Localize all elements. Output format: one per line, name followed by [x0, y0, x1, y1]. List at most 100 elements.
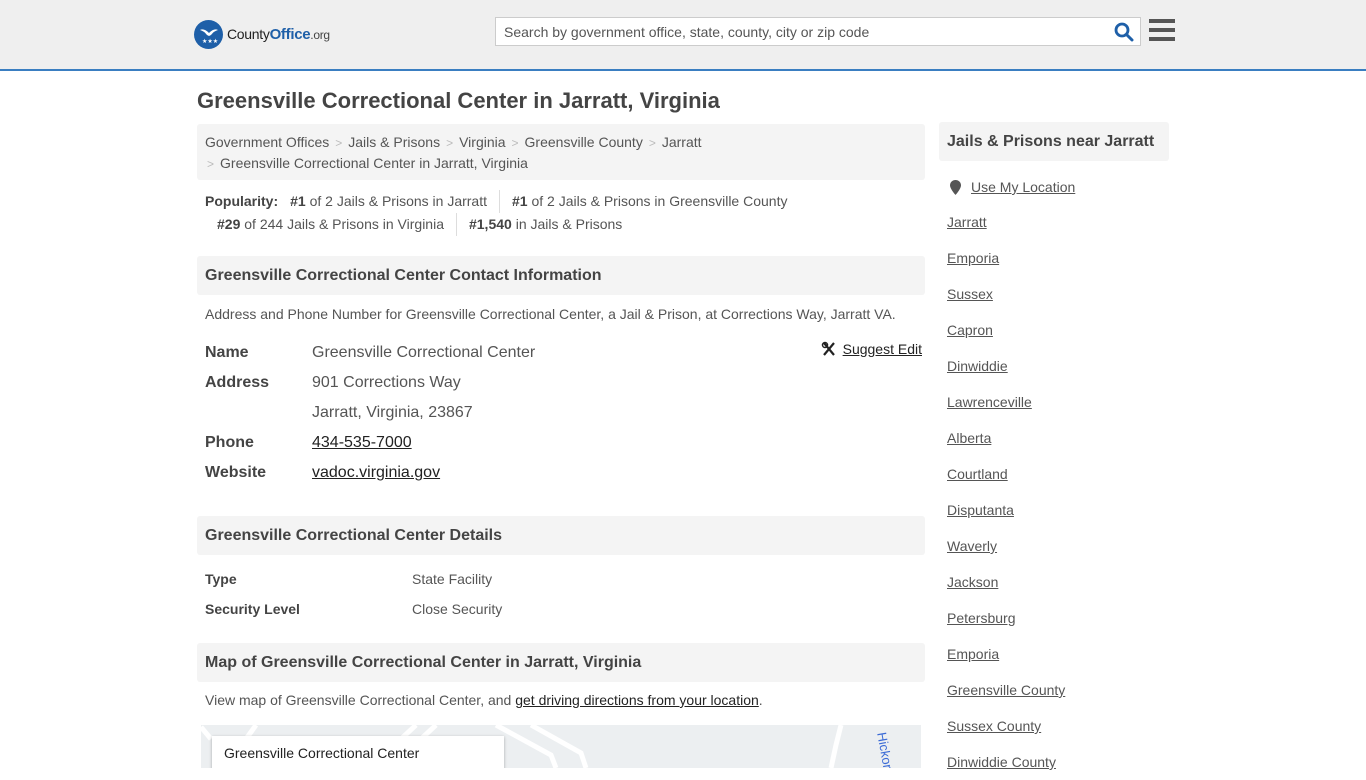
- list-item: Jarratt: [947, 204, 1169, 240]
- breadcrumb-separator: >: [648, 136, 656, 150]
- list-item: Sussex County: [947, 708, 1169, 744]
- address-row: Address 901 Corrections Way: [205, 368, 925, 398]
- nearby-link[interactable]: Dinwiddie: [947, 358, 1008, 374]
- nearby-link[interactable]: Sussex County: [947, 718, 1041, 734]
- contact-info: Suggest Edit Name Greensville Correction…: [205, 338, 925, 488]
- list-item: Capron: [947, 312, 1169, 348]
- map-pin-icon: [950, 179, 961, 195]
- map-heading: Map of Greensville Correctional Center i…: [197, 643, 925, 682]
- list-item: Jackson: [947, 564, 1169, 600]
- details-table: Type State Facility Security Level Close…: [205, 564, 502, 624]
- menu-bar: [1149, 19, 1175, 23]
- detail-label: Security Level: [205, 601, 300, 617]
- list-item: Greensville County: [947, 672, 1169, 708]
- breadcrumb: Government Offices > Jails & Prisons > Virgi…: [197, 124, 925, 180]
- name-row: Name Greensville Correctional Center: [205, 338, 925, 368]
- address-line1: 901 Corrections Way: [312, 374, 461, 391]
- breadcrumb-separator: >: [207, 157, 215, 171]
- popularity-rank: #1 of 2 Jails & Prisons in Jarratt: [290, 193, 487, 209]
- popularity-label: Popularity:: [205, 193, 279, 209]
- nearby-link[interactable]: Courtland: [947, 466, 1008, 482]
- suggest-edit-link[interactable]: Suggest Edit: [843, 341, 922, 357]
- map-info-card: Greensville Correctional Center: [212, 736, 504, 768]
- suggest-edit[interactable]: Suggest Edit: [821, 338, 922, 360]
- menu-bar: [1149, 37, 1175, 41]
- breadcrumb-separator: >: [335, 136, 343, 150]
- list-item: Dinwiddie County: [947, 744, 1169, 780]
- nearby-link[interactable]: Greensville County: [947, 682, 1065, 698]
- nearby-list: Jarratt Emporia Sussex Capron Dinwiddie …: [939, 204, 1169, 780]
- website-link[interactable]: vadoc.virginia.gov: [312, 464, 440, 481]
- eagle-stars-icon: ★★★: [194, 20, 223, 49]
- list-item: Dinwiddie: [947, 348, 1169, 384]
- popularity-rank: #1 of 2 Jails & Prisons in Greensville C…: [499, 190, 799, 213]
- contact-heading: Greensville Correctional Center Contact …: [197, 256, 925, 295]
- details-heading: Greensville Correctional Center Details: [197, 516, 925, 555]
- search-input[interactable]: [496, 18, 1108, 45]
- list-item: Sussex: [947, 276, 1169, 312]
- map-card-title: Greensville Correctional Center: [224, 745, 420, 761]
- breadcrumb-virginia[interactable]: Virginia: [459, 134, 505, 150]
- breadcrumb-greensville-county[interactable]: Greensville County: [525, 134, 643, 150]
- nearby-link[interactable]: Waverly: [947, 538, 997, 554]
- detail-value: State Facility: [412, 571, 493, 587]
- popularity: Popularity: #1 of 2 Jails & Prisons in J…: [205, 190, 925, 236]
- search-bar: [495, 17, 1141, 46]
- address-row-2: Jarratt, Virginia, 23867: [205, 398, 925, 428]
- address-label: Address: [205, 374, 270, 391]
- nearby-link[interactable]: Jarratt: [947, 214, 987, 230]
- phone-label: Phone: [205, 434, 254, 451]
- nearby-link[interactable]: Capron: [947, 322, 993, 338]
- sidebar-heading: Jails & Prisons near Jarratt: [939, 122, 1169, 161]
- name-label: Name: [205, 344, 249, 361]
- breadcrumb-current: Greensville Correctional Center in Jarra…: [220, 155, 528, 171]
- detail-value: Close Security: [412, 601, 503, 617]
- search-button[interactable]: [1108, 18, 1140, 45]
- name-value: Greensville Correctional Center: [312, 344, 536, 361]
- detail-label: Type: [205, 571, 237, 587]
- breadcrumb-jails-prisons[interactable]: Jails & Prisons: [348, 134, 440, 150]
- website-label: Website: [205, 464, 267, 481]
- driving-directions-link[interactable]: get driving directions from your locatio…: [515, 692, 759, 708]
- map-embed[interactable]: Greensville Correctional Center Hickory: [201, 725, 921, 768]
- breadcrumb-jarratt[interactable]: Jarratt: [662, 134, 702, 150]
- contact-description: Address and Phone Number for Greensville…: [205, 306, 896, 322]
- detail-row: Type State Facility: [205, 564, 502, 594]
- search-icon: [1114, 22, 1134, 41]
- page-title: Greensville Correctional Center in Jarra…: [197, 88, 720, 113]
- phone-row: Phone 434-535-7000: [205, 428, 925, 458]
- sidebar: Jails & Prisons near Jarratt Use My Loca…: [939, 122, 1169, 780]
- use-my-location-link[interactable]: Use My Location: [971, 179, 1075, 195]
- hamburger-menu-icon[interactable]: [1149, 19, 1175, 41]
- breadcrumb-government-offices[interactable]: Government Offices: [205, 134, 329, 150]
- address-line2: Jarratt, Virginia, 23867: [312, 404, 473, 421]
- edit-link-icon: [821, 341, 835, 356]
- popularity-rank: #1,540 in Jails & Prisons: [455, 213, 634, 236]
- use-location[interactable]: Use My Location: [939, 177, 1169, 197]
- nearby-link[interactable]: Jackson: [947, 574, 998, 590]
- site-logo[interactable]: ★★★ CountyOffice.org: [194, 20, 330, 49]
- menu-bar: [1149, 28, 1175, 32]
- phone-link[interactable]: 434-535-7000: [312, 434, 412, 451]
- nearby-link[interactable]: Disputanta: [947, 502, 1014, 518]
- list-item: Emporia: [947, 240, 1169, 276]
- list-item: Petersburg: [947, 600, 1169, 636]
- nearby-link[interactable]: Emporia: [947, 250, 999, 266]
- nearby-link[interactable]: Alberta: [947, 430, 991, 446]
- svg-text:★★★: ★★★: [202, 38, 218, 45]
- nearby-link[interactable]: Emporia: [947, 646, 999, 662]
- list-item: Lawrenceville: [947, 384, 1169, 420]
- map-description: View map of Greensville Correctional Cen…: [205, 692, 763, 708]
- list-item: Disputanta: [947, 492, 1169, 528]
- list-item: Courtland: [947, 456, 1169, 492]
- breadcrumb-separator: >: [446, 136, 454, 150]
- breadcrumb-separator: >: [511, 136, 519, 150]
- nearby-link[interactable]: Sussex: [947, 286, 993, 302]
- website-row: Website vadoc.virginia.gov: [205, 458, 925, 488]
- nearby-link[interactable]: Petersburg: [947, 610, 1015, 626]
- logo-text: CountyOffice.org: [227, 26, 330, 43]
- list-item: Emporia: [947, 636, 1169, 672]
- nearby-link[interactable]: Lawrenceville: [947, 394, 1032, 410]
- list-item: Waverly: [947, 528, 1169, 564]
- popularity-rank: #29 of 244 Jails & Prisons in Virginia: [217, 216, 444, 232]
